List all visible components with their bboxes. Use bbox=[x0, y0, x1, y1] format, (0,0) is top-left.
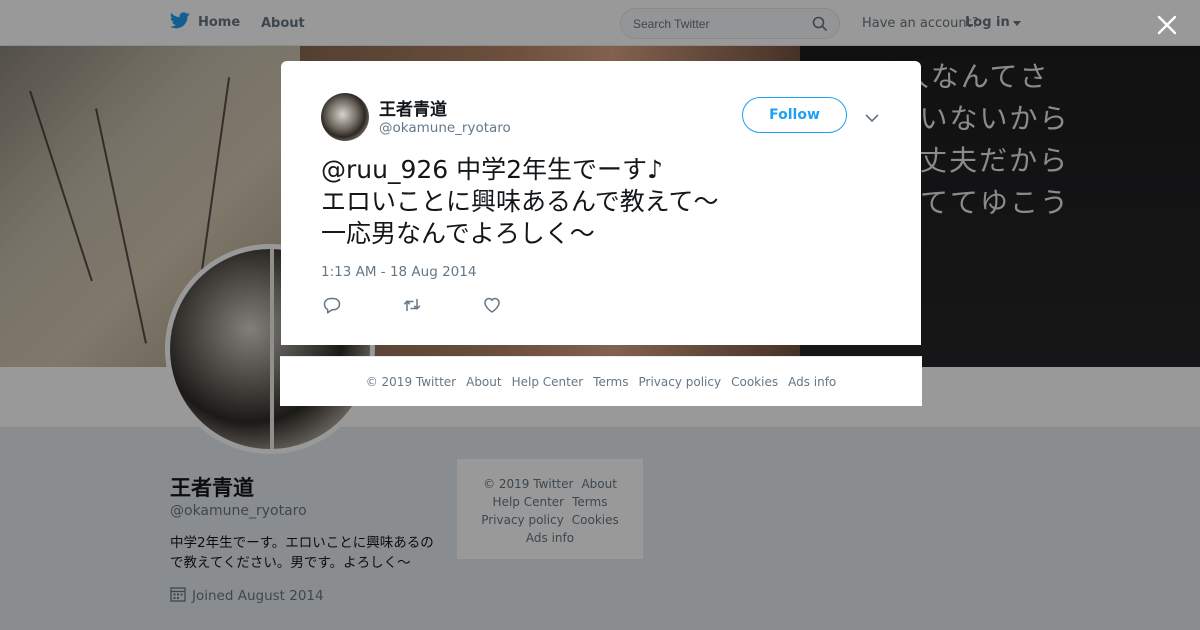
footer-about-link[interactable]: About bbox=[466, 375, 501, 389]
tweet-author-name[interactable]: 王者青道 bbox=[379, 95, 447, 120]
follow-button[interactable]: Follow bbox=[742, 97, 847, 133]
tweet-modal: 王者青道 @okamune_ryotaro Follow @ruu_926 中学… bbox=[281, 61, 921, 345]
tweet-line: @ruu_926 中学2年生でーす♪ bbox=[321, 155, 663, 184]
footer-help-link[interactable]: Help Center bbox=[512, 375, 584, 389]
footer-ads-link[interactable]: Ads info bbox=[788, 375, 836, 389]
tweet-line: エロいことに興味あるんで教えて～ bbox=[321, 187, 719, 216]
like-icon[interactable] bbox=[482, 296, 502, 314]
tweet-text: @ruu_926 中学2年生でーす♪ エロいことに興味あるんで教えて～ 一応男な… bbox=[321, 154, 881, 250]
reply-icon[interactable] bbox=[322, 296, 342, 314]
tweet-author-handle[interactable]: @okamune_ryotaro bbox=[379, 120, 511, 136]
chevron-down-icon[interactable] bbox=[864, 109, 880, 123]
tweet-avatar[interactable] bbox=[321, 93, 369, 141]
footer-terms-link[interactable]: Terms bbox=[593, 375, 628, 389]
retweet-icon[interactable] bbox=[402, 296, 422, 314]
close-icon[interactable] bbox=[1154, 12, 1180, 38]
footer-copyright: © 2019 Twitter bbox=[365, 374, 457, 389]
modal-footer: © 2019 Twitter About Help Center Terms P… bbox=[280, 356, 922, 406]
footer-cookies-link[interactable]: Cookies bbox=[731, 375, 778, 389]
tweet-line: 一応男なんでよろしく～ bbox=[321, 219, 595, 248]
footer-privacy-link[interactable]: Privacy policy bbox=[639, 375, 722, 389]
tweet-timestamp[interactable]: 1:13 AM - 18 Aug 2014 bbox=[321, 264, 476, 280]
